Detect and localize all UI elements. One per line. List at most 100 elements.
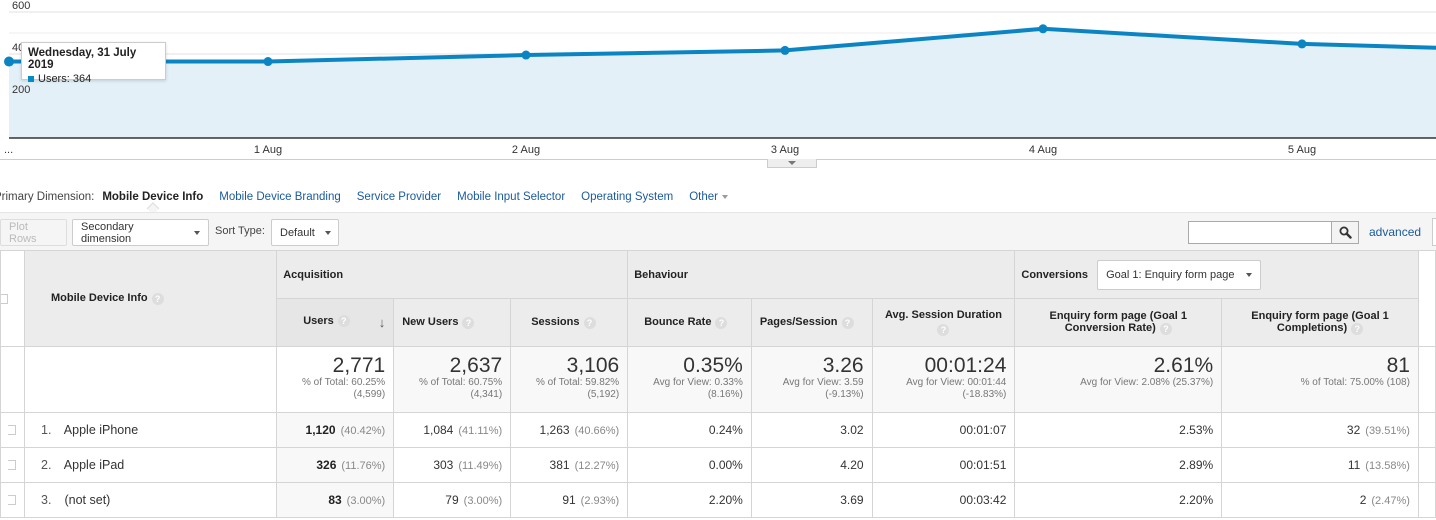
avg-session-duration-header-label: Avg. Session Duration xyxy=(885,309,1002,321)
sort-type-dropdown[interactable]: Default xyxy=(271,219,339,246)
help-icon[interactable]: ? xyxy=(1351,322,1364,335)
row-new-users: 1,084 (41.11%) xyxy=(393,412,512,448)
total-sessions-pct: % of Total: 59.82% xyxy=(536,377,620,388)
goal-select-dropdown[interactable]: Goal 1: Enquiry form page xyxy=(1097,259,1262,290)
row-dimension-link[interactable]: Apple iPhone xyxy=(64,423,138,437)
row-checkbox-cell xyxy=(0,447,25,483)
help-icon[interactable]: ? xyxy=(715,316,728,329)
totals-dimension-cell xyxy=(23,346,278,413)
row-pages-session: 3.02 xyxy=(750,412,873,448)
row-sessions-value: 1,263 xyxy=(539,423,570,437)
select-all-checkbox[interactable] xyxy=(0,293,8,304)
behaviour-group-header: Behaviour xyxy=(627,250,1016,299)
tooltip-value: Users: 364 xyxy=(38,73,92,85)
plot-rows-button[interactable]: Plot Rows xyxy=(0,219,67,246)
row-number: 1. xyxy=(41,423,52,437)
caret-down-icon xyxy=(324,230,331,235)
pages-session-column-header[interactable]: Pages/Session? xyxy=(750,298,873,347)
total-bounce-rate-value: 0.35% xyxy=(683,354,743,377)
row-bounce-rate: 2.20% xyxy=(627,482,752,518)
x-tick-label: 1 Aug xyxy=(254,144,282,156)
table-toolbar: Plot Rows Secondary dimension Sort Type:… xyxy=(0,212,1436,250)
row-new-users-value: 303 xyxy=(433,458,454,472)
row-completions-pct: (2.47%) xyxy=(1371,495,1410,507)
help-icon[interactable]: ? xyxy=(937,324,950,336)
dimension-mobile-device-info[interactable]: Mobile Device Info xyxy=(102,191,203,203)
row-users-value: 326 xyxy=(316,458,337,472)
help-icon[interactable]: ? xyxy=(1159,322,1172,335)
row-sessions-pct: (2.93%) xyxy=(580,495,620,507)
acquisition-label: Acquisition xyxy=(283,268,344,281)
row-users-pct: (3.00%) xyxy=(346,495,386,507)
data-point[interactable] xyxy=(521,50,531,60)
primary-dimension-label: Primary Dimension: xyxy=(0,191,95,203)
row-users-value: 1,120 xyxy=(305,423,336,437)
data-point[interactable] xyxy=(780,45,790,55)
row-checkbox[interactable] xyxy=(8,460,16,470)
help-icon[interactable]: ? xyxy=(841,316,854,329)
advanced-filter-link[interactable]: advanced xyxy=(1369,225,1421,239)
completions-column-header[interactable]: Enquiry form page (Goal 1 Completions)? xyxy=(1221,298,1419,347)
total-pages-session-avg: Avg for View: 3.59 xyxy=(782,377,864,388)
data-point[interactable] xyxy=(1038,24,1048,34)
row-dimension-link[interactable]: (not set) xyxy=(64,493,110,507)
row-checkbox[interactable] xyxy=(8,425,16,435)
select-all-cell xyxy=(0,250,25,347)
data-rows: 1. Apple iPhone 1,120 (40.42%) 1,084 (41.11%… xyxy=(0,412,1436,518)
row-completions-pct: (13.58%) xyxy=(1365,460,1410,472)
row-dimension-link[interactable]: Apple iPad xyxy=(64,458,124,472)
plot-rows-label: Plot Rows xyxy=(9,220,37,245)
chart-collapse-handle[interactable] xyxy=(767,159,817,168)
bounce-rate-column-header[interactable]: Bounce Rate? xyxy=(627,298,752,347)
total-avg-session-duration: 00:01:24 Avg for View: 00:01:44 (-18.83%… xyxy=(871,346,1016,413)
row-avg-session-duration: 00:01:07 xyxy=(871,412,1016,448)
dimension-mobile-device-branding[interactable]: Mobile Device Branding xyxy=(219,191,340,203)
search-button[interactable] xyxy=(1331,221,1359,244)
data-point[interactable] xyxy=(1297,39,1307,49)
group-header-row: Mobile Device Info? Acquisition Behaviou… xyxy=(0,250,1436,347)
sort-type-value: Default xyxy=(280,226,315,239)
new-users-column-header[interactable]: New Users? xyxy=(393,298,512,347)
x-tick-label: 5 Aug xyxy=(1288,144,1316,156)
table-edge xyxy=(1417,447,1436,483)
conv-rate-column-header[interactable]: Enquiry form page (Goal 1 Conversion Rat… xyxy=(1014,298,1223,347)
row-checkbox-cell xyxy=(0,412,25,448)
dimension-service-provider[interactable]: Service Provider xyxy=(357,191,441,203)
total-new-users-value: 2,637 xyxy=(449,354,503,377)
table-search-input[interactable] xyxy=(1188,221,1332,244)
row-completions: 32 (39.51%) xyxy=(1221,412,1419,448)
total-bounce-rate: 0.35% Avg for View: 0.33% (8.16%) xyxy=(627,346,752,413)
secondary-dimension-dropdown[interactable]: Secondary dimension xyxy=(72,219,209,246)
users-column-header[interactable]: Users? ↓ xyxy=(276,298,395,347)
dimension-other-dropdown[interactable]: Other xyxy=(689,191,728,203)
row-completions-value: 2 xyxy=(1359,493,1367,507)
dimension-operating-system[interactable]: Operating System xyxy=(581,191,673,203)
sessions-column-header[interactable]: Sessions? xyxy=(510,298,629,347)
row-sessions-value: 381 xyxy=(549,458,570,472)
total-new-users-pct: % of Total: 60.75% xyxy=(418,377,503,388)
row-sessions-pct: (12.27%) xyxy=(574,460,620,472)
view-toggle-edge[interactable] xyxy=(1432,218,1436,246)
caret-down-icon xyxy=(194,230,200,235)
data-point[interactable] xyxy=(4,56,14,67)
help-icon[interactable]: ? xyxy=(583,316,596,329)
report-table-container: Mobile Device Info? Acquisition Behaviou… xyxy=(0,250,1436,520)
users-line-chart: 200400600 ...1 Aug2 Aug3 Aug4 Aug5 Aug W… xyxy=(0,0,1436,160)
row-new-users: 79 (3.00%) xyxy=(393,482,512,518)
sort-descending-icon[interactable]: ↓ xyxy=(379,315,386,330)
avg-session-duration-column-header[interactable]: Avg. Session Duration? xyxy=(871,298,1016,347)
help-icon[interactable]: ? xyxy=(337,315,350,328)
y-tick-label: 200 xyxy=(12,84,30,96)
row-users-pct: (40.42%) xyxy=(340,425,386,437)
table-edge xyxy=(1417,250,1436,347)
row-checkbox[interactable] xyxy=(8,495,16,505)
dimension-header[interactable]: Mobile Device Info? xyxy=(23,250,278,347)
data-point[interactable] xyxy=(263,57,273,67)
total-completions-value: 81 xyxy=(1386,354,1410,377)
dimension-mobile-input-selector[interactable]: Mobile Input Selector xyxy=(457,191,565,203)
completions-header-label: Enquiry form page (Goal 1 Completions) xyxy=(1251,310,1389,335)
chart-tooltip: Wednesday, 31 July 2019 Users: 364 xyxy=(21,42,166,85)
help-icon[interactable]: ? xyxy=(151,292,164,305)
table-row: 2. Apple iPad 326 (11.76%) 303 (11.49%) 381 (1… xyxy=(0,447,1436,483)
help-icon[interactable]: ? xyxy=(462,316,475,329)
